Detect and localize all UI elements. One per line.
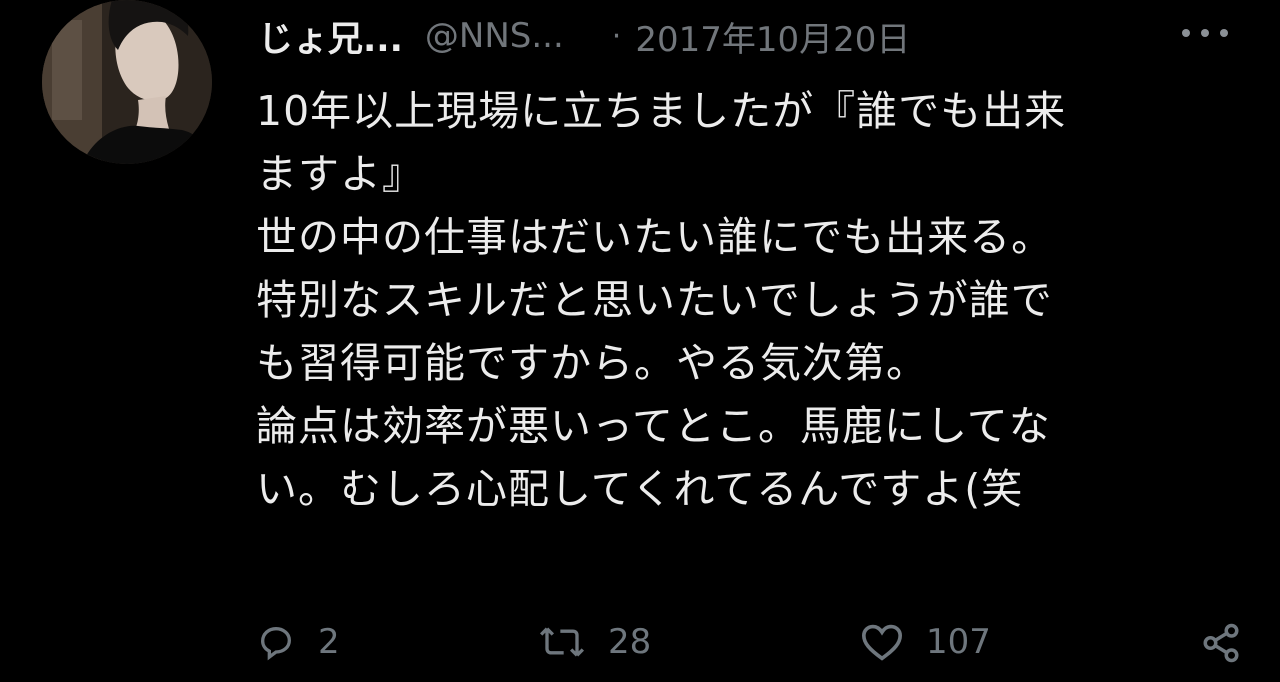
tweet-text-line: 特別なスキルだと思いたいでしょうが誰で	[256, 276, 1053, 324]
tweet-text-line: 論点は効率が悪いってとこ。馬鹿にしてな	[256, 402, 1051, 450]
retweet-button[interactable]: 28	[538, 622, 651, 662]
tweet-text: 10年以上現場に立ちましたが『誰でも出来 ますよ』 世の中の仕事はだいたい誰にで…	[256, 80, 1256, 521]
more-dot	[1201, 29, 1209, 37]
tweet-card[interactable]: じょ兄... @NNS... · 2017年10月20日 10年以上現場に立ちま…	[0, 0, 1280, 670]
reply-count: 2	[318, 622, 340, 662]
tweet-text-line: 10年以上現場に立ちましたが『誰でも出来	[256, 87, 1067, 135]
user-handle[interactable]: @NNS...	[425, 16, 564, 56]
reply-button[interactable]: 2	[256, 622, 340, 662]
heart-icon	[860, 622, 904, 662]
header-separator: ·	[611, 18, 622, 54]
tweet-text-line: 世の中の仕事はだいたい誰にでも出来る。	[256, 213, 1054, 261]
more-dot	[1220, 29, 1228, 37]
like-count: 107	[926, 622, 991, 662]
display-name[interactable]: じょ兄...	[258, 11, 403, 62]
retweet-icon	[538, 622, 586, 662]
tweet-text-line: も習得可能ですから。やる気次第。	[256, 339, 928, 387]
more-options-button[interactable]	[1178, 18, 1232, 48]
retweet-count: 28	[608, 622, 652, 662]
reply-icon	[256, 622, 296, 662]
avatar-photo	[42, 0, 212, 164]
share-icon	[1200, 622, 1242, 664]
tweet-actions: 2 28 107	[256, 622, 1256, 682]
tweet-text-line: い。むしろ心配してくれてるんですよ(笑	[256, 465, 1024, 513]
tweet-text-line: ますよ』	[256, 150, 424, 198]
tweet-header: じょ兄... @NNS... · 2017年10月20日	[258, 6, 1258, 66]
share-button[interactable]	[1200, 622, 1242, 664]
more-horizontal-icon	[1182, 29, 1190, 37]
tweet-date[interactable]: 2017年10月20日	[635, 12, 910, 61]
avatar[interactable]	[42, 0, 212, 164]
like-button[interactable]: 107	[860, 622, 991, 662]
